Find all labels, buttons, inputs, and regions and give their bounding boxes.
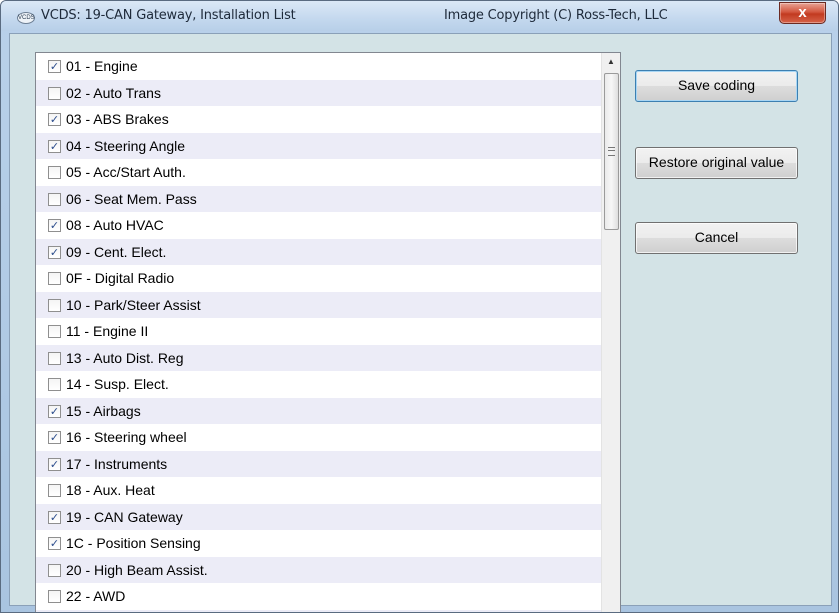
checkbox-checked[interactable]: ✓ [48,404,61,418]
list-item-label: 13 - Auto Dist. Reg [66,349,184,366]
vertical-scrollbar[interactable]: ▲ ▼ [601,53,620,612]
list-item-label: 03 - ABS Brakes [66,111,169,127]
list-item[interactable]: ✓ 19 - CAN Gateway [36,503,601,530]
list-item[interactable]: 20 - High Beam Assist. [36,556,601,583]
checkbox-checked[interactable]: ✓ [48,113,61,126]
list-item-label: 16 - Steering wheel [66,429,187,445]
list-item-label: 09 - Cent. Elect. [66,243,167,260]
list-item-label: 10 - Park/Steer Assist [66,296,201,313]
checkbox-unchecked[interactable] [48,590,61,603]
dialog-client-area: ✓ 01 - Engine 02 - Auto Trans ✓ 03 - ABS Bra… [9,33,832,612]
restore-original-value-button[interactable]: Restore original value [635,147,798,179]
list-item-label: 15 - Airbags [66,402,141,419]
checkbox-unchecked[interactable] [48,166,61,179]
list-item[interactable]: 10 - Park/Steer Assist [36,291,601,318]
save-coding-button[interactable]: Save coding [635,70,798,102]
checkbox-checked[interactable]: ✓ [48,510,61,524]
title-bar[interactable]: VCDS VCDS: 19-CAN Gateway, Installation … [1,1,838,31]
list-item[interactable]: 0F - Digital Radio [36,265,601,292]
list-item[interactable]: ✓ 16 - Steering wheel [36,424,601,451]
window-copyright: Image Copyright (C) Ross-Tech, LLC [444,8,668,23]
vcds-app-icon[interactable]: VCDS [17,12,35,24]
checkbox-checked[interactable]: ✓ [48,537,61,550]
list-item[interactable]: ✓ 1C - Position Sensing [36,530,601,557]
window-title: VCDS: 19-CAN Gateway, Installation List [41,8,296,23]
list-item-label: 14 - Susp. Elect. [66,376,169,392]
list-item[interactable]: 11 - Engine II [36,318,601,345]
list-item[interactable]: 13 - Auto Dist. Reg [36,344,601,371]
list-item-label: 11 - Engine II [66,323,149,339]
scroll-up-arrow-icon[interactable]: ▲ [602,53,620,70]
list-item[interactable]: 05 - Acc/Start Auth. [36,159,601,186]
close-button[interactable]: x [779,2,826,24]
list-item[interactable] [36,609,601,612]
list-item-label: 02 - Auto Trans [66,84,161,101]
list-item[interactable]: 14 - Susp. Elect. [36,371,601,398]
list-item-label: 1C - Position Sensing [66,535,201,551]
list-item[interactable]: ✓ 01 - Engine [36,53,601,80]
scroll-grip-icon [608,147,615,156]
list-item-label: 17 - Instruments [66,455,168,472]
close-icon: x [798,4,807,21]
list-item-label: 04 - Steering Angle [66,137,186,154]
list-item-label: 18 - Aux. Heat [66,482,155,498]
scroll-thumb[interactable] [604,73,619,230]
installation-list[interactable]: ✓ 01 - Engine 02 - Auto Trans ✓ 03 - ABS Bra… [35,52,621,612]
checkbox-unchecked[interactable] [48,351,61,365]
list-item[interactable]: 22 - AWD [36,583,601,610]
installation-list-items: ✓ 01 - Engine 02 - Auto Trans ✓ 03 - ABS Bra… [36,53,601,612]
list-item[interactable]: ✓ 03 - ABS Brakes [36,106,601,133]
list-item-label: 19 - CAN Gateway [66,508,183,525]
checkbox-unchecked[interactable] [48,563,61,577]
list-item[interactable]: ✓ 17 - Instruments [36,450,601,477]
list-item-label: 05 - Acc/Start Auth. [66,164,186,180]
list-item-label: 06 - Seat Mem. Pass [66,190,197,207]
checkbox-unchecked[interactable] [48,272,61,285]
checkbox-checked[interactable]: ✓ [48,245,61,259]
checkbox-unchecked[interactable] [48,86,61,100]
list-item-label: 0F - Digital Radio [66,270,175,286]
checkbox-checked[interactable]: ✓ [48,431,61,444]
checkbox-checked[interactable]: ✓ [48,139,61,153]
list-item-label: 20 - High Beam Assist. [66,561,208,578]
list-item[interactable]: 02 - Auto Trans [36,79,601,106]
checkbox-unchecked[interactable] [48,192,61,206]
checkbox-unchecked[interactable] [48,325,61,338]
checkbox-checked[interactable]: ✓ [48,219,61,232]
checkbox-unchecked[interactable] [48,298,61,312]
checkbox-unchecked[interactable] [48,378,61,391]
list-item[interactable]: ✓ 09 - Cent. Elect. [36,238,601,265]
list-item[interactable]: 18 - Aux. Heat [36,477,601,504]
list-item-label: 08 - Auto HVAC [66,217,164,233]
checkbox-checked[interactable]: ✓ [48,60,61,73]
checkbox-unchecked[interactable] [48,484,61,497]
list-item-label: 01 - Engine [66,58,138,74]
list-item[interactable]: ✓ 15 - Airbags [36,397,601,424]
list-item[interactable]: ✓ 04 - Steering Angle [36,132,601,159]
list-item[interactable]: ✓ 08 - Auto HVAC [36,212,601,239]
list-item-label: 22 - AWD [66,588,126,604]
cancel-button[interactable]: Cancel [635,222,798,254]
checkbox-checked[interactable]: ✓ [48,457,61,471]
dialog-window: VCDS VCDS: 19-CAN Gateway, Installation … [0,0,839,613]
list-item[interactable]: 06 - Seat Mem. Pass [36,185,601,212]
